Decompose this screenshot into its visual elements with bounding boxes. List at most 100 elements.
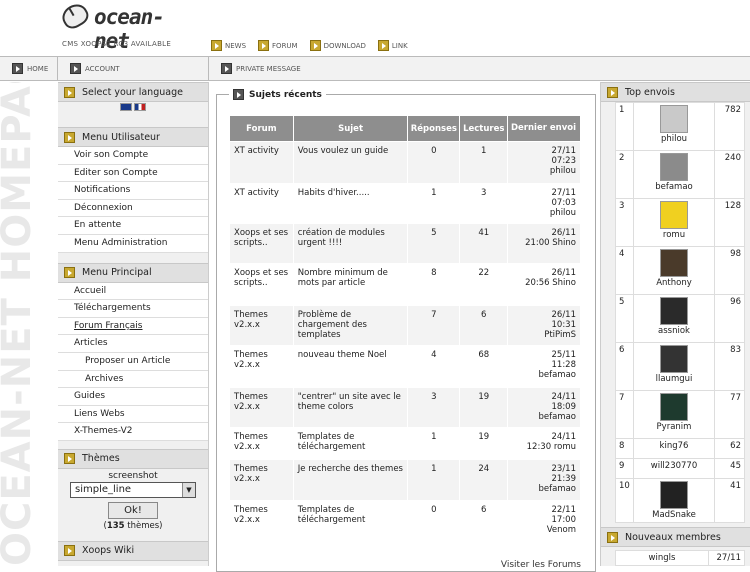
new-member-name[interactable]: wingls <box>616 551 708 565</box>
nav-private-message[interactable]: PRIVATE MESSAGE <box>209 57 600 80</box>
menu-item-submit-article[interactable]: Proposer un Article <box>58 352 208 371</box>
site-logo[interactable]: ocean-net <box>58 0 182 53</box>
table-row[interactable]: Themes v2.x.x Templates de téléchargement… <box>229 427 581 460</box>
menu-item-view-account[interactable]: Voir son Compte <box>58 147 208 165</box>
download-link[interactable]: DOWNLOAD <box>309 40 366 51</box>
topic-forum[interactable]: Themes v2.x.x <box>229 427 294 460</box>
arrow-bullet-icon <box>233 89 244 100</box>
top-poster-name[interactable]: king76 <box>637 441 711 451</box>
top-poster-user[interactable]: Pyranim <box>633 390 715 439</box>
avatar[interactable] <box>660 345 688 373</box>
topic-forum[interactable]: Themes v2.x.x <box>229 345 294 388</box>
menu-item-downloads[interactable]: Téléchargements <box>58 300 208 318</box>
topic-forum[interactable]: Themes v2.x.x <box>229 305 294 346</box>
topic-forum[interactable]: Themes v2.x.x <box>229 387 294 428</box>
top-poster-user[interactable]: romu <box>633 198 715 247</box>
ok-button[interactable]: Ok! <box>108 501 158 519</box>
fr-flag-icon[interactable] <box>134 102 147 111</box>
top-poster-name[interactable]: assniok <box>637 326 711 336</box>
recent-topics-box: Sujets récents Forum Sujet Réponses Lect… <box>216 89 596 572</box>
news-link[interactable]: NEWS <box>211 40 246 51</box>
menu-item-forum[interactable]: Forum Français <box>58 317 208 336</box>
top-poster-user[interactable]: MadSnake <box>633 478 715 523</box>
top-poster-user[interactable]: will230770 <box>633 458 715 479</box>
topic-forum[interactable]: XT activity <box>229 183 294 224</box>
topic-subject[interactable]: Problème de chargement des templates <box>292 305 409 346</box>
top-posters-header: Top envois <box>601 82 750 102</box>
top-poster-user[interactable]: llaumgui <box>633 342 715 391</box>
theme-select[interactable]: simple_line ▼ <box>70 481 196 498</box>
table-row[interactable]: Themes v2.x.x Problème de chargement des … <box>229 305 581 346</box>
top-poster-row: 2 befamao 240 <box>615 150 745 199</box>
top-poster-name[interactable]: llaumgui <box>637 374 711 384</box>
topic-subject[interactable]: Habits d'hiver..... <box>292 183 409 224</box>
menu-item-weblinks[interactable]: Liens Webs <box>58 405 208 424</box>
menu-item-logout[interactable]: Déconnexion <box>58 199 208 218</box>
avatar[interactable] <box>660 201 688 229</box>
top-poster-name[interactable]: philou <box>637 134 711 144</box>
top-poster-name[interactable]: romu <box>637 230 711 240</box>
nav-account[interactable]: ACCOUNT <box>58 57 209 80</box>
topic-subject[interactable]: Templates de téléchargement <box>292 500 409 543</box>
table-row[interactable]: Themes v2.x.x Je recherche des themes 1 24 2… <box>229 459 581 501</box>
menu-item-edit-account[interactable]: Editer son Compte <box>58 164 208 183</box>
top-poster-user[interactable]: assniok <box>633 294 715 343</box>
avatar[interactable] <box>660 153 688 181</box>
menu-item-notifications[interactable]: Notifications <box>58 182 208 200</box>
table-row[interactable]: XT activity Vous voulez un guide 0 1 27/11 0… <box>229 141 581 184</box>
topic-replies: 1 <box>407 459 461 501</box>
topic-subject[interactable]: nouveau theme Noel <box>292 345 409 388</box>
topic-forum[interactable]: Themes v2.x.x <box>229 459 294 501</box>
avatar[interactable] <box>660 297 688 325</box>
menu-item-archives[interactable]: Archives <box>58 370 208 389</box>
top-poster-count: 41 <box>714 478 745 523</box>
topic-subject[interactable]: création de modules urgent !!!! <box>292 223 409 264</box>
topic-replies: 1 <box>407 183 461 224</box>
top-poster-name[interactable]: befamao <box>637 182 711 192</box>
avatar[interactable] <box>660 393 688 421</box>
language-flags <box>58 102 208 119</box>
topic-forum[interactable]: XT activity <box>229 141 294 184</box>
topic-subject[interactable]: "centrer" un site avec le theme colors <box>292 387 409 428</box>
forum-link[interactable]: FORUM <box>258 40 298 51</box>
avatar[interactable] <box>660 105 688 133</box>
table-row[interactable]: Xoops et ses scripts.. création de module… <box>229 223 581 264</box>
topic-forum[interactable]: Themes v2.x.x <box>229 500 294 543</box>
uk-flag-icon[interactable] <box>119 102 132 111</box>
topic-last-post: 27/11 07:23 philou <box>507 141 581 184</box>
top-poster-user[interactable]: befamao <box>633 150 715 199</box>
topic-reads: 22 <box>459 263 509 306</box>
top-poster-name[interactable]: Pyranim <box>637 422 711 432</box>
visit-forums-link[interactable]: Visiter les Forums <box>501 560 581 570</box>
menu-item-articles[interactable]: Articles <box>58 335 208 353</box>
table-row[interactable]: Themes v2.x.x nouveau theme Noel 4 68 25/11 … <box>229 345 581 388</box>
top-poster-user[interactable]: king76 <box>633 438 715 459</box>
nav-home[interactable]: HOME <box>0 57 58 80</box>
top-poster-rank: 2 <box>615 150 634 199</box>
menu-item-guides[interactable]: Guides <box>58 388 208 406</box>
table-row[interactable]: Xoops et ses scripts.. Nombre minimum de … <box>229 263 581 306</box>
top-poster-name[interactable]: will230770 <box>637 461 711 471</box>
topic-subject[interactable]: Vous voulez un guide <box>292 141 409 184</box>
top-poster-user[interactable]: philou <box>633 102 715 151</box>
topic-forum[interactable]: Xoops et ses scripts.. <box>229 223 294 264</box>
menu-item-pending[interactable]: En attente <box>58 217 208 235</box>
link-link[interactable]: LINK <box>377 40 408 51</box>
top-poster-name[interactable]: MadSnake <box>637 510 711 520</box>
top-poster-name[interactable]: Anthony <box>637 278 711 288</box>
top-poster-user[interactable]: Anthony <box>633 246 715 295</box>
topic-subject[interactable]: Templates de téléchargement <box>292 427 409 460</box>
menu-item-home[interactable]: Accueil <box>58 282 208 301</box>
table-row[interactable]: Themes v2.x.x "centrer" un site avec le t… <box>229 387 581 428</box>
table-row[interactable]: XT activity Habits d'hiver..... 1 3 27/11 07… <box>229 183 581 224</box>
avatar[interactable] <box>660 249 688 277</box>
col-last: Dernier envoi <box>507 115 581 142</box>
topic-replies: 5 <box>407 223 461 264</box>
table-row[interactable]: Themes v2.x.x Templates de téléchargement… <box>229 500 581 543</box>
topic-subject[interactable]: Je recherche des themes <box>292 459 409 501</box>
topic-subject[interactable]: Nombre minimum de mots par article <box>292 263 409 306</box>
menu-item-xthemes[interactable]: X-Themes-V2 <box>58 423 208 441</box>
topic-forum[interactable]: Xoops et ses scripts.. <box>229 263 294 306</box>
avatar[interactable] <box>660 481 688 509</box>
menu-item-admin[interactable]: Menu Administration <box>58 234 208 253</box>
